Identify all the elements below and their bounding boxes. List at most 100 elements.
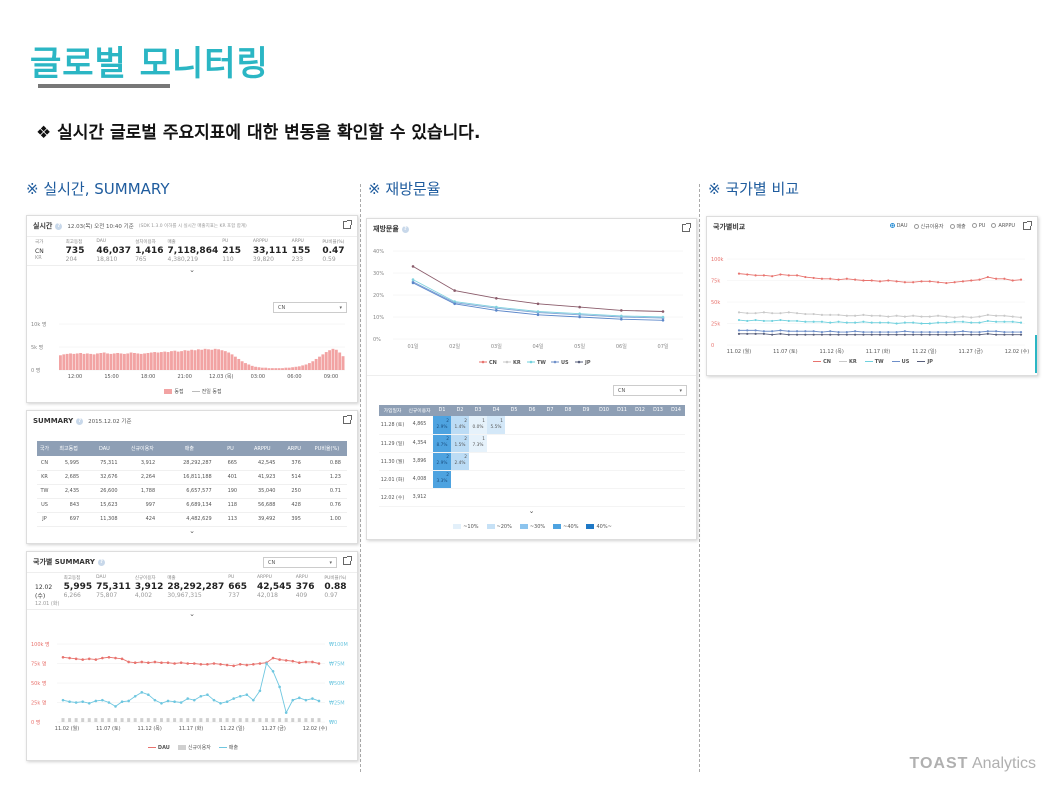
retention-cell — [595, 470, 613, 489]
data-point — [68, 656, 71, 660]
country-select[interactable]: CN ▾ — [273, 302, 347, 313]
bar — [82, 353, 86, 370]
retention-cell: 1 5.5% — [487, 416, 505, 435]
table-cell: 514 — [281, 470, 307, 485]
external-link-icon[interactable] — [343, 556, 352, 565]
data-point — [870, 279, 873, 282]
data-point — [854, 330, 857, 333]
table-header[interactable]: D3 — [469, 405, 487, 416]
table-header[interactable]: PU — [217, 441, 244, 456]
legend-item[interactable]: 매출 — [218, 744, 238, 751]
bar — [310, 718, 314, 722]
table-header[interactable]: 최고동접 — [52, 441, 86, 456]
data-point — [787, 311, 790, 314]
legend-item[interactable]: 전일 동접 — [191, 388, 222, 395]
scale-legend-item: 40%~ — [586, 524, 612, 530]
question-icon[interactable]: ? — [97, 558, 105, 566]
table-header[interactable]: 신규이용자 — [123, 441, 162, 456]
tick-label: 12.02 (수) — [303, 726, 327, 732]
data-point — [945, 333, 948, 336]
table-cell: 56,688 — [243, 498, 282, 513]
tick-label: ₩100M — [329, 642, 348, 648]
legend-item[interactable]: DAU — [147, 745, 170, 751]
radio-option[interactable]: 신규이용자 — [913, 223, 944, 230]
data-point — [278, 658, 281, 661]
data-point — [878, 321, 882, 324]
chevron-down-icon[interactable]: ⌄ — [27, 527, 357, 535]
country-select[interactable]: CN ▾ — [613, 385, 687, 396]
data-point — [812, 333, 815, 336]
table-header[interactable]: 국가 — [37, 441, 53, 456]
table-header[interactable]: D12 — [631, 405, 649, 416]
bar — [199, 718, 203, 722]
external-link-icon[interactable] — [343, 415, 352, 424]
table-header[interactable]: D5 — [505, 405, 523, 416]
bar — [311, 361, 315, 370]
data-point — [870, 331, 873, 334]
legend-item[interactable]: US — [891, 359, 909, 365]
bar — [146, 352, 150, 370]
chevron-down-icon[interactable]: ⌄ — [27, 266, 357, 274]
bar — [87, 718, 91, 722]
retention-cell: 2 1.5% — [451, 434, 469, 453]
table-header[interactable]: D8 — [559, 405, 577, 416]
legend-item[interactable]: 신규이용자 — [177, 744, 211, 751]
country-select[interactable]: CN ▾ — [263, 557, 337, 568]
data-point — [140, 691, 144, 694]
external-link-icon[interactable] — [343, 220, 352, 229]
question-icon[interactable]: ? — [401, 225, 409, 233]
metric-label: DAU — [96, 575, 106, 580]
table-header[interactable]: D6 — [523, 405, 541, 416]
table-header[interactable]: 가입일자 — [379, 405, 406, 416]
table-header[interactable]: ARPU — [281, 441, 307, 456]
bar — [85, 353, 89, 370]
radio-option[interactable]: PU — [971, 223, 985, 230]
summary-panel: SUMMARY ? 2015.12.02 기준 국가 최고동접 DAU 신규이용자 매출… — [26, 410, 358, 544]
data-point — [854, 314, 857, 317]
data-point — [870, 314, 873, 317]
table-cell: 6,689,134 — [161, 498, 218, 513]
question-icon[interactable]: ? — [76, 417, 84, 425]
table-header[interactable]: D4 — [487, 405, 505, 416]
data-point — [837, 331, 840, 334]
metric-label: 설치이용자 — [135, 240, 156, 245]
data-point — [1019, 278, 1023, 281]
table-header[interactable]: D7 — [541, 405, 559, 416]
table-header[interactable]: D10 — [595, 405, 613, 416]
legend-item[interactable]: 동접 — [164, 388, 184, 395]
legend-item[interactable]: CN — [813, 359, 831, 365]
table-header[interactable]: D13 — [649, 405, 667, 416]
radio-option[interactable]: 매출 — [949, 223, 966, 230]
chevron-down-icon[interactable]: ⌄ — [27, 610, 357, 618]
legend-item[interactable]: KR — [838, 359, 857, 365]
question-icon[interactable]: ? — [55, 222, 63, 230]
legend-item[interactable]: JP — [917, 359, 933, 365]
data-point — [936, 321, 940, 324]
data-point — [1003, 314, 1006, 317]
data-point — [936, 333, 940, 336]
bar — [307, 363, 311, 370]
data-point — [453, 302, 456, 306]
table-header[interactable]: ARPPU — [243, 441, 282, 456]
table-header[interactable]: D14 — [667, 405, 685, 416]
table-header[interactable]: D11 — [613, 405, 631, 416]
table-header[interactable]: DAU — [85, 441, 124, 456]
data-point — [737, 272, 741, 275]
retention-cell: 2 2.9% — [433, 416, 451, 435]
radio-option[interactable]: DAU — [889, 223, 908, 230]
legend-item[interactable]: TW — [864, 359, 884, 365]
table-header[interactable]: D2 — [451, 405, 469, 416]
table-header[interactable]: 신규이용자 — [406, 405, 433, 416]
table-header[interactable]: 매출 — [161, 441, 218, 456]
chevron-down-icon[interactable]: ⌄ — [367, 507, 696, 515]
table-header[interactable]: PU비율(%) — [306, 441, 347, 456]
data-point — [140, 660, 144, 664]
table-header[interactable]: D9 — [577, 405, 595, 416]
external-link-icon[interactable] — [1023, 221, 1032, 230]
radio-option[interactable]: ARPPU — [991, 223, 1015, 230]
external-link-icon[interactable] — [682, 223, 691, 232]
table-header[interactable]: D1 — [433, 405, 451, 416]
bar — [232, 718, 236, 722]
scrollbar[interactable] — [1035, 335, 1037, 373]
bar — [271, 718, 275, 722]
